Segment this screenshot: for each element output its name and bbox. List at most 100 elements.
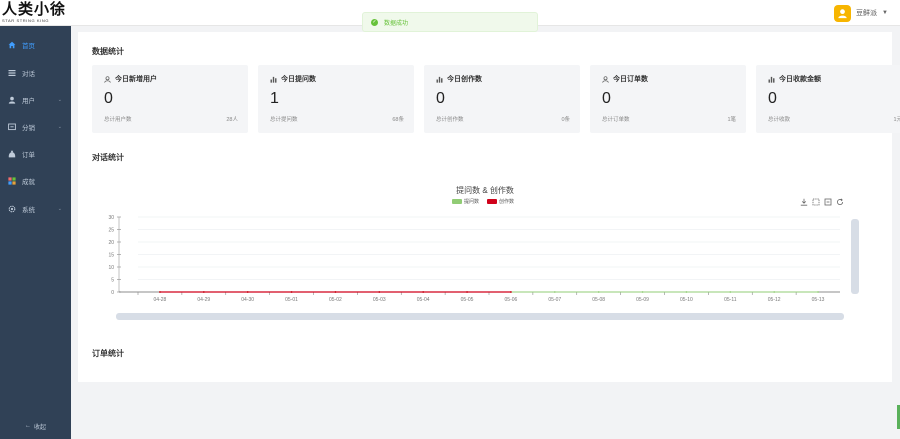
sidebar-item-distribution[interactable]: 分销 ⌄	[0, 117, 71, 137]
dialog-section-title: 对话统计	[92, 153, 124, 162]
logo-text: 人类小徐	[2, 0, 67, 18]
user-outline-icon	[602, 75, 609, 83]
series-point-0	[641, 291, 644, 293]
card-title: 今日收款金额	[779, 76, 821, 83]
card-sub-label: 总计用户数	[104, 117, 132, 123]
arrow-left-icon: ←	[24, 423, 31, 429]
settings-icon	[8, 205, 16, 213]
card-sub-label: 总计收款	[768, 117, 791, 123]
x-tick-label: 05-12	[768, 297, 781, 303]
user-icon	[8, 96, 16, 104]
sidebar-item-label: 分销	[22, 125, 35, 132]
chart-datazoom-slider[interactable]	[116, 313, 844, 320]
sidebar-item-label: 订单	[22, 152, 35, 159]
stat-card-orders: 今日订单数 0 总计订单数 1笔	[590, 65, 746, 133]
sidebar-item-label: 系统	[22, 207, 35, 214]
x-tick-label: 04-29	[197, 297, 210, 303]
series-point-1	[466, 291, 468, 293]
series-point-0	[685, 291, 688, 293]
logo-subtitle: STAR STRING KING	[2, 18, 50, 23]
sidebar-item-label: 成就	[22, 179, 35, 186]
stat-card-new-users: 今日新增用户 0 总计用户数 28人	[92, 65, 248, 133]
stat-card-creations: 今日创作数 0 总计创作数 0条	[424, 65, 580, 133]
home-icon	[8, 41, 16, 49]
collapse-label: 收起	[33, 424, 46, 431]
x-tick-label: 05-03	[373, 297, 386, 303]
bar-chart-icon	[270, 76, 277, 83]
chart-vertical-scrollbar[interactable]	[851, 219, 859, 294]
y-tick-label: 10	[108, 265, 114, 271]
stat-card-questions: 今日提问数 1 总计提问数 68条	[258, 65, 414, 133]
x-tick-label: 05-07	[548, 297, 561, 303]
series-point-0	[773, 291, 776, 293]
user-menu[interactable]: 豆鲜派 ▼	[834, 3, 888, 23]
card-title: 今日创作数	[447, 76, 482, 83]
card-title: 今日新增用户	[115, 76, 157, 83]
x-tick-label: 05-09	[636, 297, 649, 303]
card-sub-value: 68条	[392, 117, 404, 123]
sidebar-item-users[interactable]: 用户 ⌄	[0, 90, 71, 110]
chevron-down-icon[interactable]: ▼	[882, 10, 888, 16]
x-tick-label: 05-06	[505, 297, 518, 303]
x-tick-label: 05-13	[812, 297, 825, 303]
series-point-0	[597, 291, 600, 293]
username[interactable]: 豆鲜派	[856, 8, 877, 18]
logo[interactable]: 人类小徐 STAR STRING KING	[2, 2, 70, 24]
sidebar-item-achievements[interactable]: 成就	[0, 171, 71, 191]
y-tick-label: 0	[111, 290, 114, 296]
x-tick-label: 05-04	[417, 297, 430, 303]
sidebar-item-home[interactable]: 首页	[0, 35, 71, 55]
sidebar-item-system[interactable]: 系统 ⌄	[0, 199, 71, 219]
y-tick-label: 25	[108, 228, 114, 234]
card-sub-label: 总计订单数	[602, 117, 630, 123]
y-tick-label: 5	[111, 278, 114, 284]
dialog-chart: 提问数 & 创作数 提问数 创作数 0 5 10 15 20 25 30 04-…	[78, 177, 892, 327]
card-sub-label: 总计创作数	[436, 117, 464, 123]
grid-color-icon	[8, 177, 16, 185]
order-section-title: 订单统计	[92, 349, 124, 358]
card-sub-value: 28人	[226, 117, 238, 123]
chevron-down-icon: ⌄	[57, 206, 62, 212]
stat-card-revenue: 今日收款金额 0 总计收款 1元	[756, 65, 900, 133]
series-point-0	[817, 291, 819, 293]
x-tick-label: 05-10	[680, 297, 693, 303]
sidebar: 首页 对话 用户 ⌄ 分销 ⌄ 订单 成就 系统 ⌄ ← 收起	[0, 26, 71, 439]
series-point-1	[159, 291, 161, 293]
menu-lines-icon	[8, 69, 16, 77]
bar-chart-icon	[768, 76, 775, 83]
chevron-down-icon: ⌄	[57, 124, 62, 130]
user-avatar-icon	[838, 8, 847, 18]
series-point-1	[422, 291, 425, 293]
avatar[interactable]	[834, 4, 852, 22]
card-title: 今日订单数	[613, 76, 648, 83]
card-sub-value: 0条	[561, 117, 570, 123]
card-sub-value: 1元	[893, 117, 900, 123]
y-tick-label: 30	[108, 215, 114, 221]
series-point-0	[729, 291, 732, 293]
bar-chart-icon	[436, 76, 443, 83]
collapse-sidebar-button[interactable]: ← 收起	[0, 419, 71, 433]
chart-plot: 0 5 10 15 20 25 30 04-28 04-29 04-30 05-01 05-02 05-…	[108, 215, 840, 303]
x-tick-label: 05-08	[592, 297, 605, 303]
user-outline-icon	[104, 75, 111, 83]
sidebar-item-orders[interactable]: 订单	[0, 144, 71, 164]
card-title: 今日提问数	[281, 76, 316, 83]
chevron-down-icon: ⌄	[57, 97, 62, 103]
y-tick-label: 15	[108, 253, 114, 259]
success-toast: ✓ 数据成功	[362, 12, 538, 32]
sidebar-item-label: 用户	[22, 98, 35, 105]
toast-message: 数据成功	[384, 20, 409, 27]
series-point-1	[334, 291, 337, 293]
card-sub-label: 总计提问数	[270, 117, 298, 123]
series-point-1	[202, 291, 205, 293]
sidebar-item-label: 首页	[22, 43, 35, 50]
card-sub-value: 1笔	[727, 117, 736, 123]
x-tick-label: 04-28	[154, 297, 167, 303]
card-value: 0	[104, 90, 113, 107]
series-point-1	[510, 291, 512, 293]
series-point-1	[290, 291, 293, 293]
sidebar-item-label: 对话	[22, 71, 35, 78]
sidebar-item-dialog[interactable]: 对话	[0, 63, 71, 83]
y-tick-label: 20	[108, 240, 114, 246]
check-circle-icon: ✓	[371, 18, 378, 26]
